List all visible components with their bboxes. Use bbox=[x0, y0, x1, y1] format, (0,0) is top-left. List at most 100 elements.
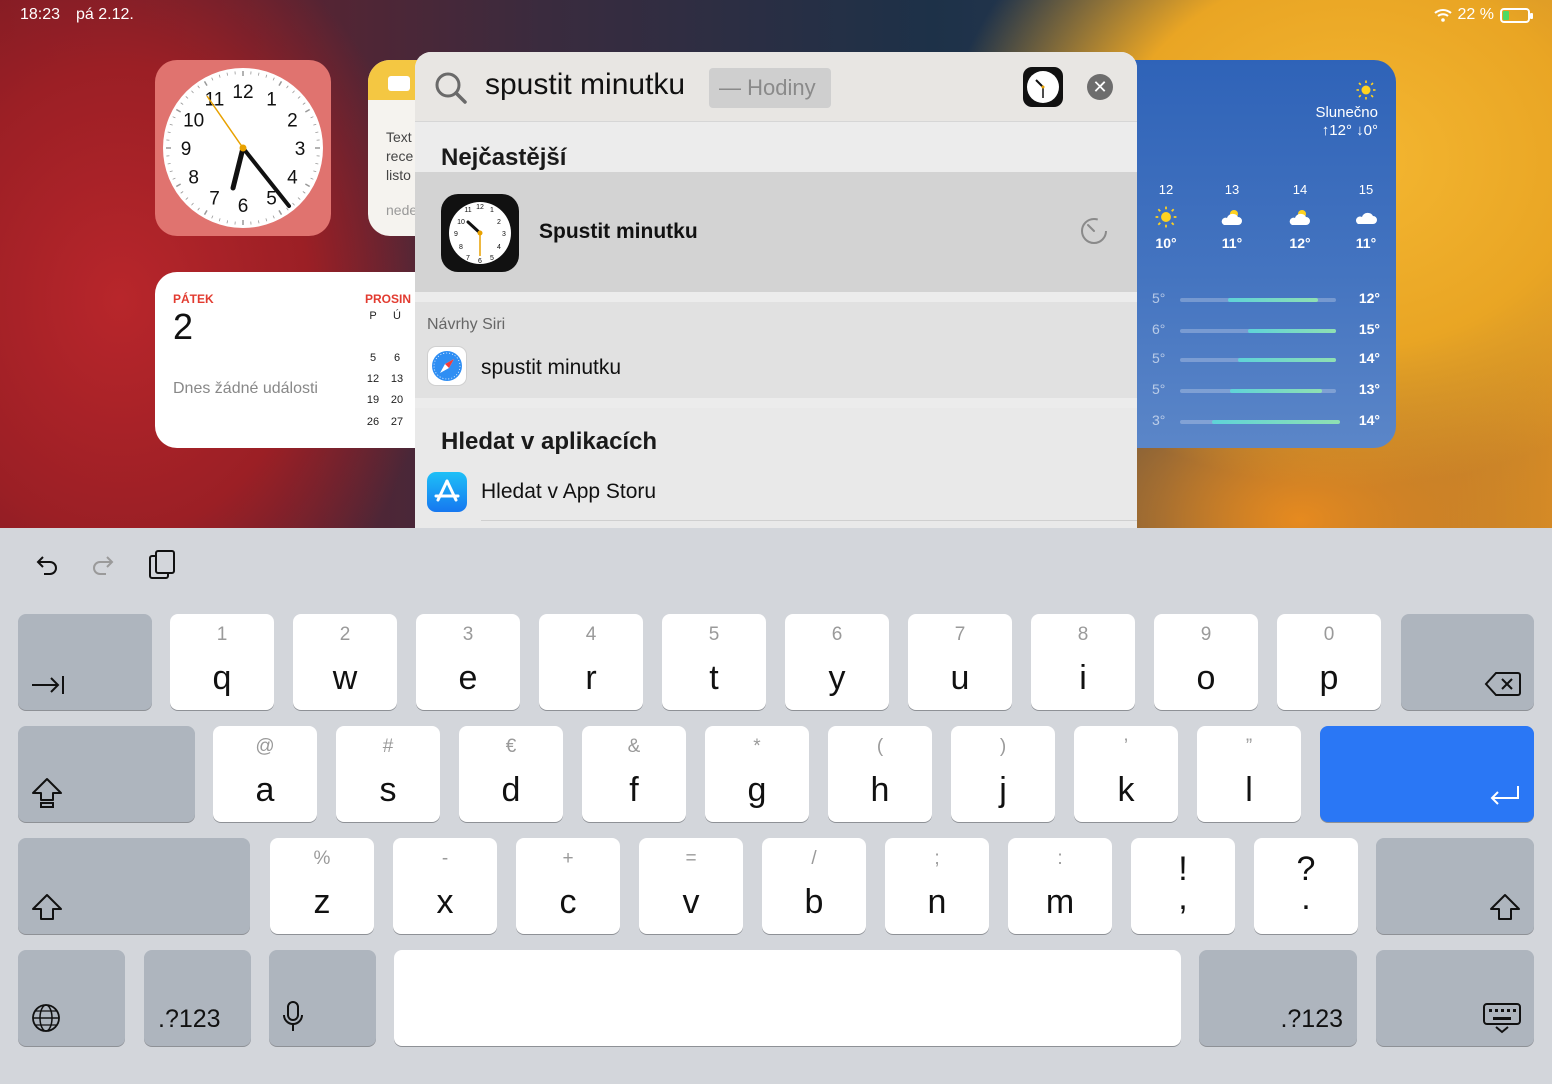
key-0-row2[interactable]: @ a bbox=[213, 726, 317, 822]
calendar-day: 2 bbox=[173, 306, 194, 347]
completion-hint: — Hodiny bbox=[709, 68, 831, 108]
search-icon bbox=[435, 72, 467, 104]
globe-key[interactable] bbox=[18, 950, 125, 1046]
svg-text:11: 11 bbox=[464, 207, 471, 214]
key-4-row2[interactable]: * g bbox=[705, 726, 809, 822]
calendar-widget[interactable]: PÁTEK 2 Dnes žádné události PROSIN P Ú 5… bbox=[155, 272, 425, 448]
key-0-row1[interactable]: 1q bbox=[170, 614, 274, 710]
section-title-apps: Hledat v aplikacích bbox=[441, 428, 658, 455]
key-6-row1[interactable]: 7u bbox=[908, 614, 1012, 710]
dictation-key[interactable] bbox=[269, 950, 376, 1046]
key-label: f bbox=[629, 771, 639, 809]
siri-suggestions: Návrhy Siri spustit minutku bbox=[415, 302, 1137, 398]
forecast-low: 5° bbox=[1152, 290, 1166, 306]
key-6-row3[interactable]: :m bbox=[1008, 838, 1112, 934]
key-5-row2[interactable]: (h bbox=[828, 726, 932, 822]
key-label: c bbox=[559, 883, 577, 921]
key-label: i bbox=[1079, 659, 1087, 697]
clear-search-button[interactable]: ✕ bbox=[1087, 74, 1113, 100]
mini-day: 26 bbox=[366, 416, 380, 428]
wifi-icon bbox=[1433, 9, 1452, 22]
key-alt-label: # bbox=[382, 736, 394, 757]
shift-left-key[interactable] bbox=[18, 838, 250, 934]
dismiss-keyboard-key[interactable] bbox=[1376, 950, 1534, 1046]
caps-lock-icon bbox=[32, 778, 62, 808]
svg-text:3: 3 bbox=[502, 231, 506, 238]
numbers-right-key[interactable]: .?123 bbox=[1199, 950, 1357, 1046]
weather-widget[interactable]: Slunečno ↑12° ↓0° 12 10° 13 11° 14 12° 1… bbox=[1130, 60, 1396, 448]
numbers-left-key[interactable]: .?123 bbox=[144, 950, 251, 1046]
key-2-row3[interactable]: + c bbox=[516, 838, 620, 934]
timer-icon bbox=[1081, 218, 1107, 244]
key-1-row1[interactable]: 2w bbox=[293, 614, 397, 710]
calendar-weekday: PÁTEK bbox=[173, 292, 214, 306]
key-8-row2[interactable]: ” l bbox=[1197, 726, 1301, 822]
key-label: s bbox=[379, 771, 397, 809]
key-3-row3[interactable]: = v bbox=[639, 838, 743, 934]
shift-right-key[interactable] bbox=[1376, 838, 1534, 934]
key-label: e bbox=[458, 659, 478, 697]
status-bar: 18:23 pá 2.12. 22 % bbox=[0, 6, 1552, 28]
paste-icon[interactable] bbox=[146, 548, 178, 582]
key-7-row2[interactable]: ’ k bbox=[1074, 726, 1178, 822]
clock-number: 6 bbox=[238, 196, 249, 217]
siri-suggestion-item[interactable]: spustit minutku bbox=[481, 356, 621, 380]
key-alt-label: + bbox=[562, 848, 574, 869]
mini-day: 13 bbox=[390, 373, 404, 385]
key-9-row1[interactable]: 0p bbox=[1277, 614, 1381, 710]
key-label: u bbox=[950, 659, 970, 697]
status-date: pá 2.12. bbox=[76, 6, 134, 23]
key-3-row2[interactable]: & f bbox=[582, 726, 686, 822]
key-3-row1[interactable]: 4r bbox=[539, 614, 643, 710]
key-4-row1[interactable]: 5t bbox=[662, 614, 766, 710]
key-0-row3[interactable]: % z bbox=[270, 838, 374, 934]
hour-label: 13 bbox=[1224, 182, 1240, 197]
return-key[interactable] bbox=[1320, 726, 1534, 822]
redo-icon[interactable] bbox=[88, 548, 120, 580]
key-label: p bbox=[1319, 659, 1339, 697]
key-5-row3[interactable]: ; n bbox=[885, 838, 989, 934]
backspace-key[interactable] bbox=[1401, 614, 1534, 710]
key-alt-label: 9 bbox=[1200, 624, 1212, 645]
mini-day: 19 bbox=[366, 394, 380, 406]
caps-lock-key[interactable] bbox=[18, 726, 195, 822]
key-alt-label: 3 bbox=[462, 624, 474, 645]
key-6-row2[interactable]: ) j bbox=[951, 726, 1055, 822]
clock-app-icon[interactable] bbox=[1023, 67, 1063, 107]
weather-hour: 14 12° bbox=[1280, 182, 1320, 251]
svg-text:7: 7 bbox=[466, 255, 470, 262]
key-7-row1[interactable]: 8i bbox=[1031, 614, 1135, 710]
key-2-row1[interactable]: 3e bbox=[416, 614, 520, 710]
undo-icon[interactable] bbox=[30, 548, 62, 580]
key-alt-label: % bbox=[313, 848, 331, 869]
key-1-row3[interactable]: -x bbox=[393, 838, 497, 934]
key-2-row2[interactable]: € d bbox=[459, 726, 563, 822]
forecast-low: 6° bbox=[1152, 321, 1166, 337]
partly-cloudy-icon bbox=[1221, 210, 1242, 225]
key-alt-label: ; bbox=[934, 848, 940, 869]
key-label: . bbox=[1301, 879, 1311, 917]
top-hit-row[interactable]: 12 6 3 9 1 11 2 10 4857 Spustit minutku bbox=[415, 172, 1137, 292]
key-8-row3[interactable]: ?. bbox=[1254, 838, 1358, 934]
search-input[interactable]: spustit minutku bbox=[485, 68, 685, 102]
key-label: q bbox=[212, 659, 232, 697]
spotlight-search-bar[interactable]: spustit minutku — Hodiny ✕ bbox=[415, 52, 1137, 122]
key-4-row3[interactable]: / b bbox=[762, 838, 866, 934]
mini-header: P bbox=[369, 310, 377, 322]
key-1-row2[interactable]: # s bbox=[336, 726, 440, 822]
key-alt-label: ( bbox=[876, 736, 884, 757]
tab-key[interactable] bbox=[18, 614, 152, 710]
key-8-row1[interactable]: 9o bbox=[1154, 614, 1258, 710]
clock-widget[interactable]: 12 1 2 3 4 5 6 7 8 9 10 11 bbox=[155, 60, 331, 236]
key-5-row1[interactable]: 6y bbox=[785, 614, 889, 710]
key-alt-label: 1 bbox=[216, 624, 228, 645]
search-app-store-item[interactable]: Hledat v App Storu bbox=[481, 480, 656, 504]
folder-icon bbox=[388, 76, 410, 91]
forecast-low: 5° bbox=[1152, 350, 1166, 366]
key-alt-label: 6 bbox=[831, 624, 843, 645]
key-7-row3[interactable]: !, bbox=[1131, 838, 1235, 934]
key-alt-label: @ bbox=[255, 736, 275, 757]
key-alt-label: & bbox=[627, 736, 641, 757]
space-key[interactable] bbox=[394, 950, 1181, 1046]
microphone-icon bbox=[283, 1001, 303, 1031]
